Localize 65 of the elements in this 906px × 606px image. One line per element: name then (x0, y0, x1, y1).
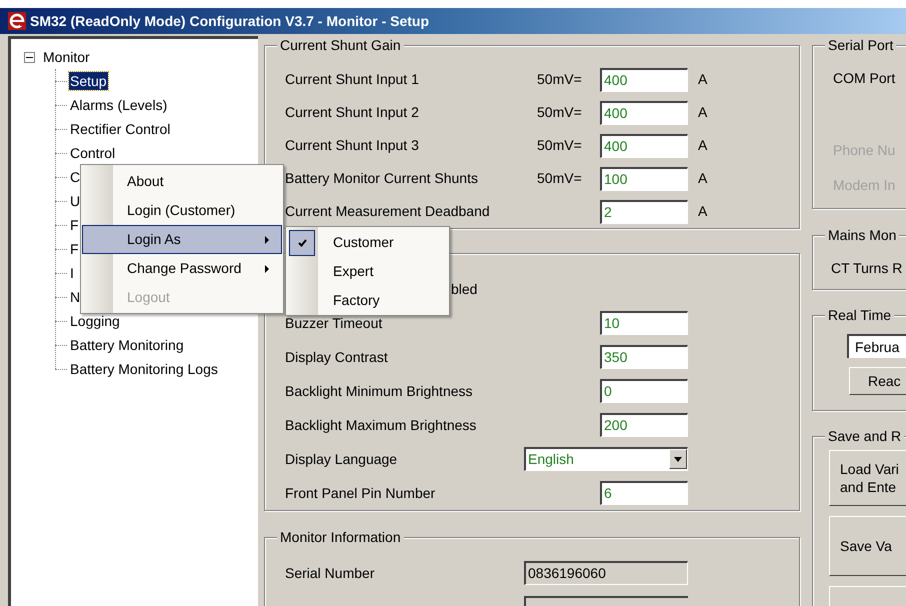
field-label: Backlight Maximum Brightness (285, 416, 478, 435)
field-label: CT Turns R (831, 259, 904, 278)
tree-item[interactable]: U (69, 192, 82, 210)
tree-item[interactable]: Battery Monitoring (69, 336, 185, 354)
input-field[interactable]: 400 (600, 134, 688, 158)
unit-label: A (698, 70, 708, 89)
input-field[interactable]: 400 (600, 68, 688, 92)
tree-item[interactable]: F (69, 240, 80, 258)
input-field[interactable]: 6 (600, 481, 688, 505)
menu-item[interactable]: About (82, 167, 282, 196)
field-label: Display Language (285, 450, 398, 469)
field-label: Current Shunt Input 2 (285, 103, 420, 122)
read-button[interactable]: Reac (849, 367, 906, 396)
menu-item[interactable]: Factory (333, 290, 380, 311)
input-field[interactable]: 10 (600, 311, 688, 335)
field-label: Front Panel Pin Number (285, 484, 436, 502)
field-label: Serial Number (285, 564, 376, 582)
unit-label: A (698, 136, 708, 155)
tree-item[interactable]: Monitor (43, 46, 90, 68)
field-label: Current Shunt Input 3 (285, 136, 420, 155)
field-prefix: 50mV= (537, 169, 583, 188)
input-field[interactable]: 350 (600, 345, 688, 369)
field-prefix: 50mV= (537, 136, 583, 155)
tree-item[interactable]: F (69, 216, 80, 234)
field-label: COM Port (833, 69, 896, 88)
unit-label: A (698, 169, 708, 188)
input-field[interactable]: 100 (600, 166, 688, 190)
window-title: SM32 (ReadOnly Mode) Configuration V3.7 - Monitor - Setup (30, 12, 430, 31)
save-button[interactable]: Save Va (829, 516, 906, 576)
tree-item[interactable]: Control (69, 144, 116, 162)
tree-item[interactable]: I (69, 264, 75, 282)
tree-item[interactable]: N (69, 288, 82, 306)
unit-label: A (698, 202, 708, 221)
tree-item[interactable]: Rectifier Control (69, 120, 172, 138)
menu-item[interactable]: Login As (82, 225, 282, 254)
unit-label: A (698, 103, 708, 122)
menu-item[interactable]: Change Password (82, 254, 282, 283)
tree-item[interactable]: Logging (69, 312, 121, 330)
input-field[interactable]: 400 (600, 100, 688, 124)
language-dropdown[interactable]: English (524, 447, 688, 471)
field-label: Battery Monitor Current Shunts (285, 169, 479, 188)
field-label: Current Measurement Deadband (285, 202, 491, 221)
field-label: Current Shunt Input 1 (285, 70, 420, 89)
tree-item[interactable]: Alarms (Levels) (69, 96, 168, 114)
tree-item[interactable]: Battery Monitoring Logs (69, 360, 219, 378)
app-icon (8, 12, 26, 30)
field-label: Display Contrast (285, 348, 389, 367)
input-field[interactable]: 2 (600, 200, 688, 224)
menu-item[interactable]: Expert (333, 261, 374, 282)
field-prefix: 50mV= (537, 103, 583, 122)
menu-item[interactable]: Customer (333, 232, 394, 253)
read-only-field: 0836196060 (524, 561, 688, 585)
dropdown-arrow-icon (674, 456, 682, 462)
collapse-icon[interactable] (24, 52, 35, 62)
menu-item[interactable]: Login (Customer) (82, 196, 282, 225)
field-prefix: 50mV= (537, 70, 583, 89)
field-label: Buzzer Timeout (285, 314, 384, 332)
input-field[interactable]: 0 (600, 379, 688, 403)
tree-item[interactable]: Setup (69, 72, 108, 90)
input-field[interactable]: 200 (600, 413, 688, 437)
option-label: bled (451, 280, 478, 298)
date-field[interactable]: Februa (847, 334, 906, 358)
tree-item[interactable]: C (69, 168, 82, 186)
field-label: Backlight Minimum Brightness (285, 382, 474, 401)
load-button[interactable]: Load Vari and Ente (829, 450, 906, 506)
